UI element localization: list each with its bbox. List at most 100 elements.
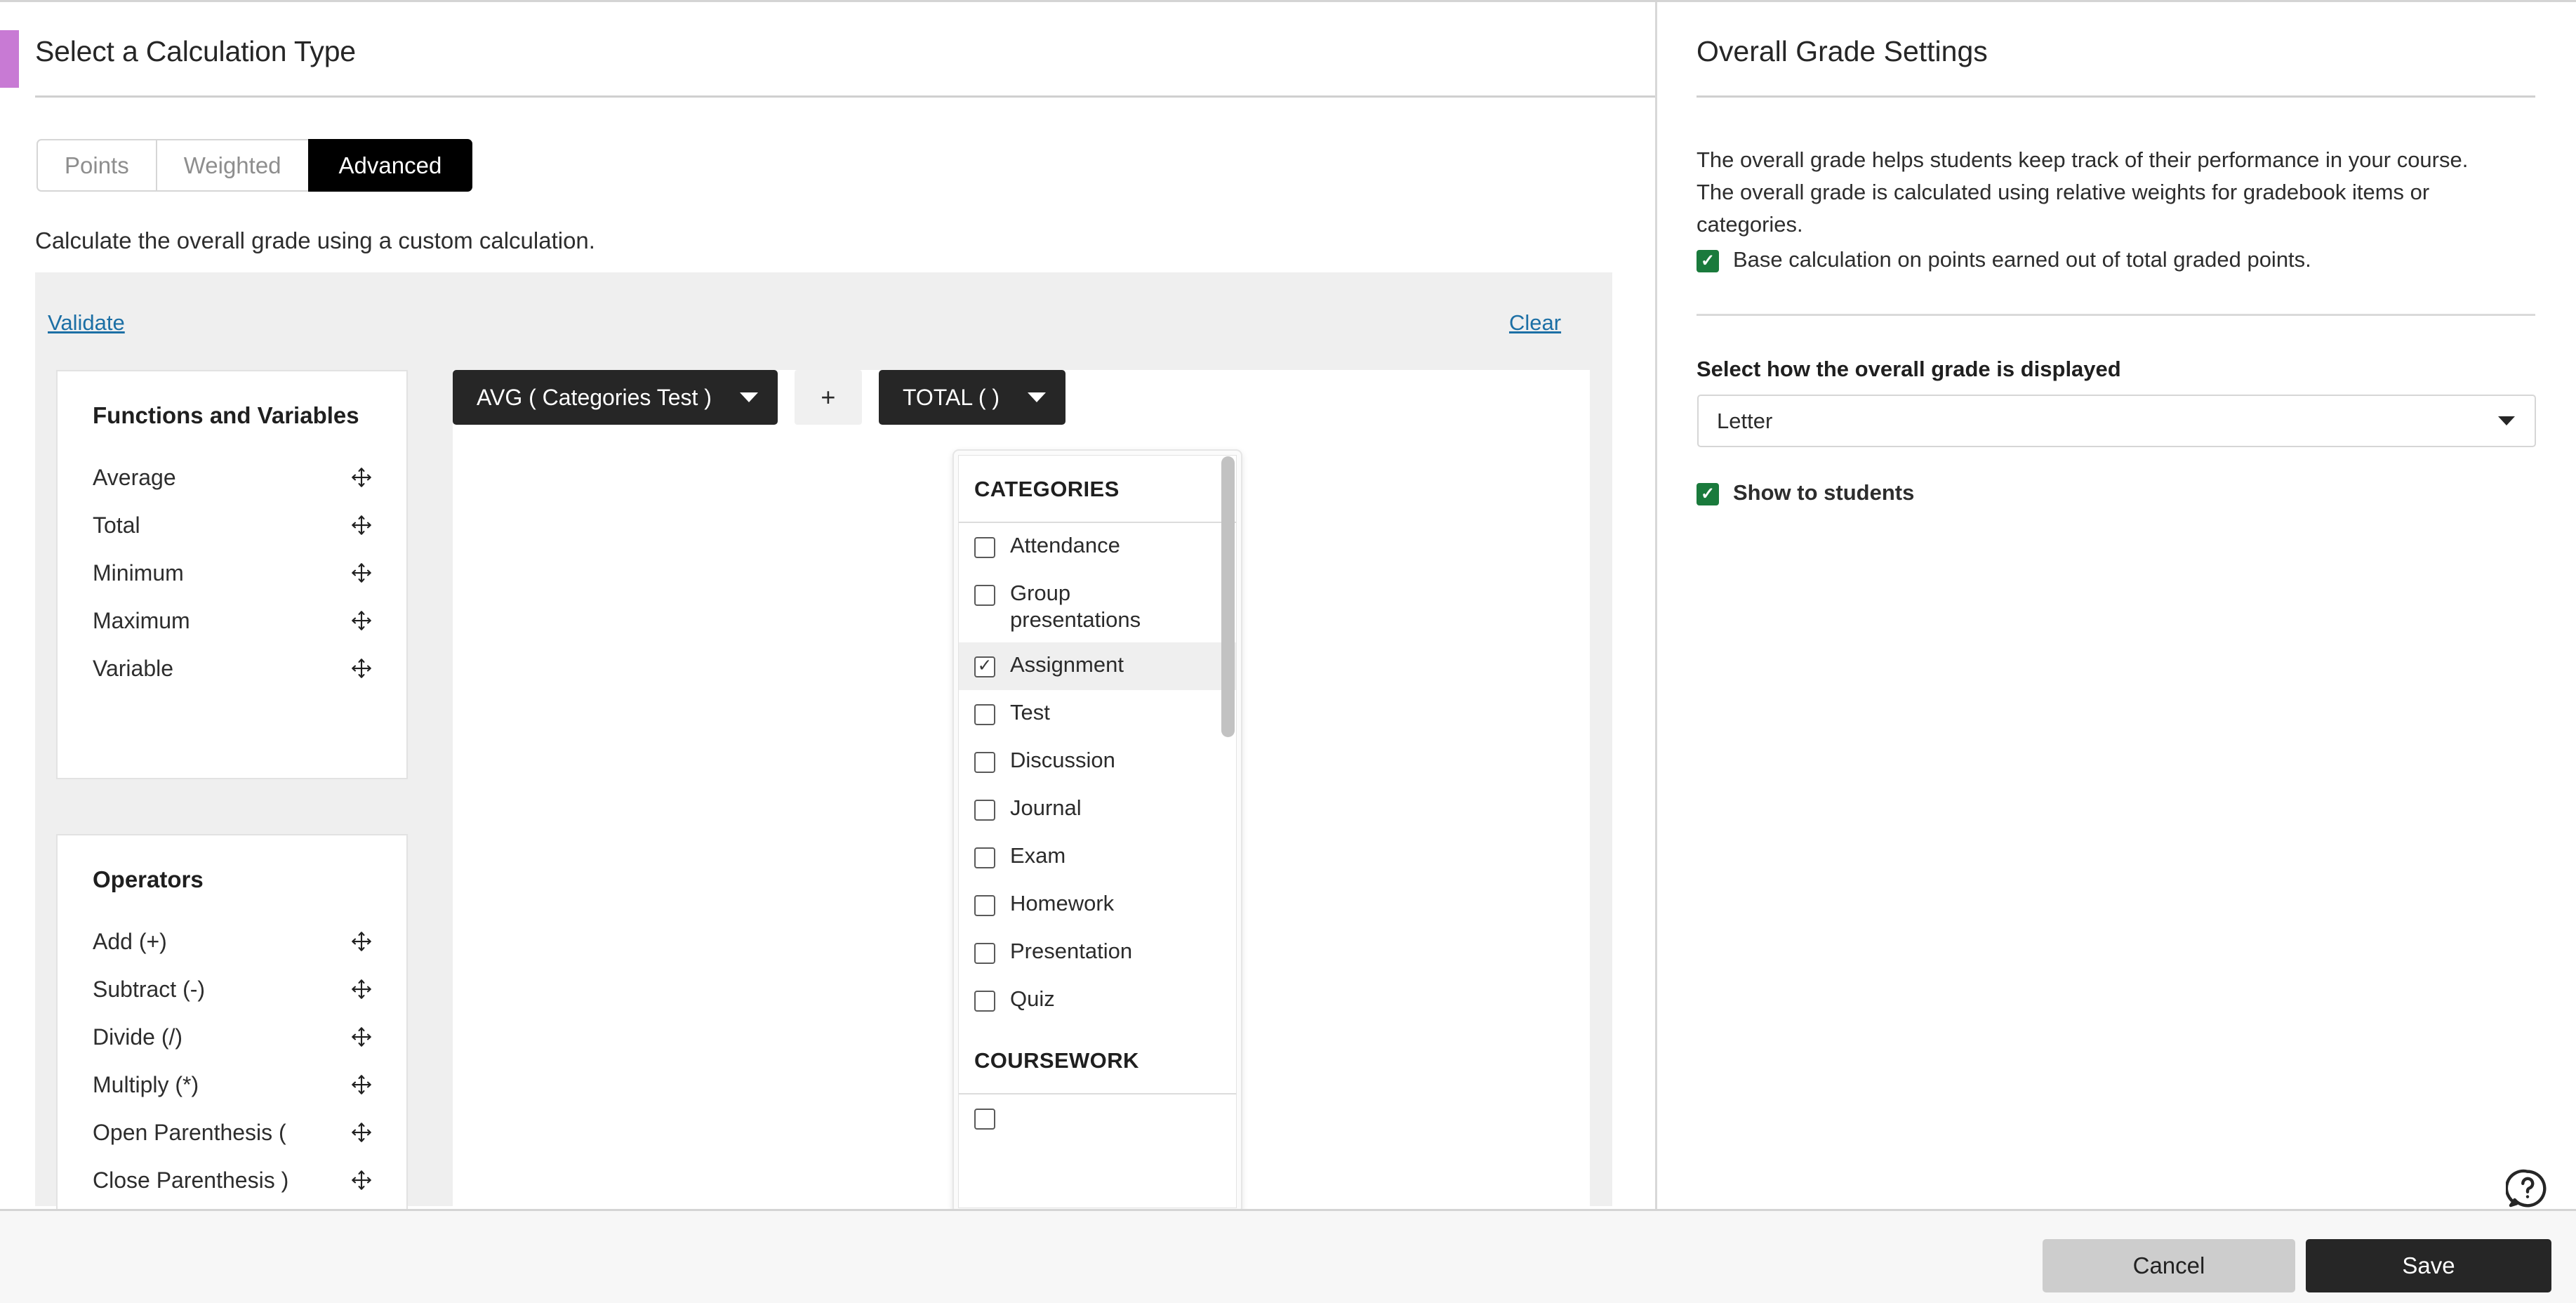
grade-display-select[interactable]: Letter (1697, 395, 2536, 447)
checkbox-icon[interactable] (974, 847, 995, 868)
clear-link[interactable]: Clear (1509, 310, 1561, 336)
palette-item-label: Variable (93, 655, 174, 681)
dropdown-item-attendance[interactable]: Attendance (959, 523, 1236, 571)
dropdown-item-label: Quiz (1010, 986, 1055, 1011)
dropdown-item-label: Homework (1010, 890, 1115, 915)
checkbox-icon[interactable] (974, 799, 995, 821)
display-field-label: Select how the overall grade is displaye… (1697, 357, 2121, 381)
checkbox-checked-icon[interactable] (974, 656, 995, 677)
overall-grade-description: The overall grade helps students keep tr… (1697, 147, 2469, 237)
operators-card: Operators Add (+) Subtract (-) Divide (/… (56, 834, 408, 1221)
dropdown-item-label: Test (1010, 699, 1050, 725)
dropdown-item-label: Presentation (1010, 938, 1133, 963)
tab-points[interactable]: Points (36, 139, 156, 192)
functions-and-variables-card: Functions and Variables Average Total Mi… (56, 370, 408, 779)
palette-item-close-parenthesis[interactable]: Close Parenthesis ) (93, 1161, 373, 1199)
calculation-settings-page: Select a Calculation Type Points Weighte… (0, 0, 2576, 1303)
dropdown-item-assignment[interactable]: Assignment (959, 642, 1236, 690)
dropdown-item-label: Exam (1010, 842, 1066, 868)
functions-card-heading: Functions and Variables (93, 402, 359, 428)
dropdown-item-partial[interactable] (959, 1094, 1236, 1142)
tab-advanced[interactable]: Advanced (307, 139, 473, 192)
base-calculation-checkbox-row[interactable]: Base calculation on points earned out of… (1697, 247, 2311, 272)
palette-item-total[interactable]: Total (93, 506, 373, 544)
save-button[interactable]: Save (2306, 1239, 2551, 1292)
checkbox-icon[interactable] (974, 703, 995, 725)
formula-token-avg[interactable]: AVG ( Categories Test ) (453, 370, 778, 425)
help-icon[interactable] (2506, 1167, 2549, 1210)
dropdown-item-label: Discussion (1010, 747, 1115, 772)
checkbox-icon[interactable] (974, 990, 995, 1012)
drag-handle-icon[interactable] (350, 609, 373, 633)
base-calculation-label: Base calculation on points earned out of… (1733, 247, 2311, 272)
drag-handle-icon[interactable] (350, 1120, 373, 1144)
palette-item-label: Total (93, 512, 140, 538)
palette-item-label: Minimum (93, 560, 184, 586)
checkbox-icon[interactable] (974, 751, 995, 773)
palette-item-divide[interactable]: Divide (/) (93, 1018, 373, 1056)
chevron-down-icon (739, 392, 758, 402)
dropdown-item-homework[interactable]: Homework (959, 881, 1236, 929)
calculation-description: Calculate the overall grade using a cust… (35, 227, 595, 253)
palette-item-label: Multiply (*) (93, 1071, 199, 1097)
dropdown-item-exam[interactable]: Exam (959, 833, 1236, 881)
drag-handle-icon[interactable] (350, 977, 373, 1001)
palette-item-maximum[interactable]: Maximum (93, 602, 373, 640)
dropdown-group-coursework: COURSEWORK (959, 1024, 1236, 1094)
drag-handle-icon[interactable] (350, 561, 373, 585)
palette-item-label: Maximum (93, 607, 190, 633)
page-title: Select a Calculation Type (35, 35, 356, 67)
dropdown-item-group-presentations[interactable]: Group presentations (959, 571, 1236, 642)
drag-handle-icon[interactable] (350, 1168, 373, 1192)
category-dropdown[interactable]: CATEGORIES Attendance Group presentation… (952, 449, 1242, 1214)
dropdown-group-categories: CATEGORIES (959, 456, 1236, 523)
dropdown-item-label: Group presentations (1010, 581, 1141, 632)
drag-handle-icon[interactable] (350, 1025, 373, 1049)
drag-handle-icon[interactable] (350, 930, 373, 953)
palette-item-label: Add (+) (93, 928, 167, 954)
show-to-students-checkbox-row[interactable]: Show to students (1697, 480, 1914, 505)
accent-bar (0, 30, 19, 88)
checkbox-icon[interactable] (974, 585, 995, 606)
palette-item-average[interactable]: Average (93, 458, 373, 496)
palette-item-variable[interactable]: Variable (93, 649, 373, 687)
drag-handle-icon[interactable] (350, 465, 373, 489)
formula-token-plus[interactable]: + (794, 370, 862, 425)
validate-link[interactable]: Validate (48, 310, 125, 336)
category-dropdown-list: CATEGORIES Attendance Group presentation… (958, 455, 1237, 1208)
chevron-down-icon (2498, 416, 2515, 425)
palette-item-subtract[interactable]: Subtract (-) (93, 970, 373, 1008)
palette-item-add[interactable]: Add (+) (93, 922, 373, 960)
checkbox-checked-icon[interactable] (1697, 483, 1719, 505)
dropdown-item-quiz[interactable]: Quiz (959, 977, 1236, 1024)
dropdown-item-journal[interactable]: Journal (959, 786, 1236, 833)
palette-item-minimum[interactable]: Minimum (93, 554, 373, 592)
checkbox-icon[interactable] (974, 537, 995, 558)
checkbox-icon[interactable] (974, 894, 995, 916)
tab-weighted[interactable]: Weighted (155, 139, 308, 192)
palette-item-label: Close Parenthesis ) (93, 1167, 289, 1193)
chevron-down-icon (1028, 392, 1047, 402)
drag-handle-icon[interactable] (350, 1073, 373, 1097)
show-to-students-label: Show to students (1733, 480, 1915, 505)
palette-item-multiply[interactable]: Multiply (*) (93, 1066, 373, 1104)
dropdown-item-test[interactable]: Test (959, 690, 1236, 738)
checkbox-checked-icon[interactable] (1697, 250, 1719, 272)
settings-divider (1697, 314, 2535, 316)
formula-token-total[interactable]: TOTAL ( ) (878, 370, 1066, 425)
checkbox-icon[interactable] (974, 1108, 995, 1130)
grade-display-value: Letter (1717, 408, 1773, 433)
title-divider (35, 95, 1655, 98)
drag-handle-icon[interactable] (350, 656, 373, 680)
palette-item-label: Divide (/) (93, 1024, 183, 1050)
dropdown-item-discussion[interactable]: Discussion (959, 738, 1236, 786)
dropdown-item-presentation[interactable]: Presentation (959, 929, 1236, 977)
calculation-type-tabs: Points Weighted Advanced (36, 139, 473, 192)
dropdown-scrollbar-thumb[interactable] (1221, 456, 1235, 737)
cancel-button[interactable]: Cancel (2043, 1239, 2295, 1292)
checkbox-icon[interactable] (974, 942, 995, 964)
palette-item-label: Average (93, 464, 176, 490)
drag-handle-icon[interactable] (350, 513, 373, 537)
palette-item-open-parenthesis[interactable]: Open Parenthesis ( (93, 1113, 373, 1151)
palette-item-label: Subtract (-) (93, 976, 206, 1002)
